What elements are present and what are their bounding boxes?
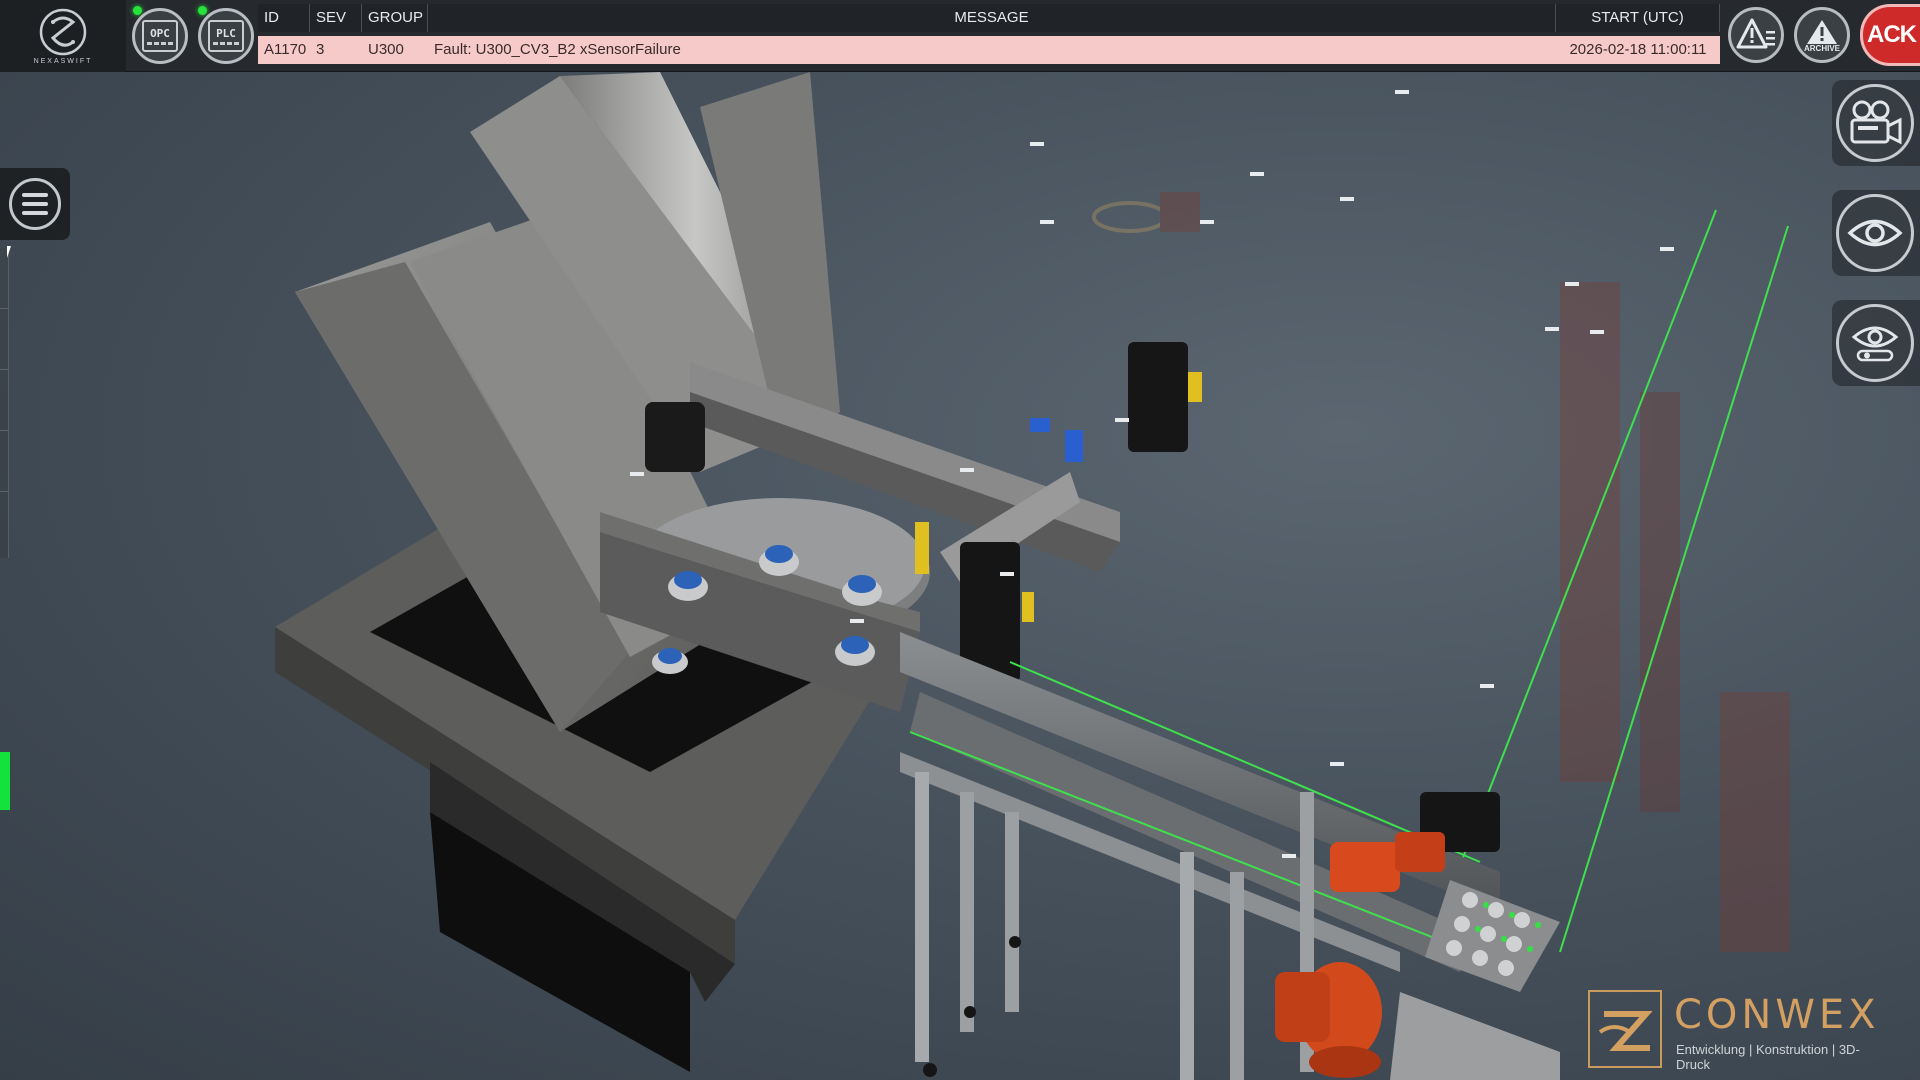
- column-header-start[interactable]: START (UTC): [1556, 4, 1720, 32]
- ack-button[interactable]: ACK: [1860, 4, 1920, 66]
- column-header-sev[interactable]: SEV: [310, 4, 362, 32]
- plc-icon: PLC: [208, 20, 244, 52]
- top-bar: NEXASWIFT OPC PLC ID SEV GROUP MESSAGE S…: [0, 0, 1920, 72]
- alarm-severity: 3: [316, 41, 325, 58]
- plc-button[interactable]: PLC: [198, 8, 254, 64]
- menu-tab[interactable]: [0, 168, 70, 240]
- conwex-logo-icon: [1588, 990, 1662, 1068]
- archive-button[interactable]: ARCHIVE: [1794, 7, 1850, 63]
- eye-icon: [1847, 219, 1903, 247]
- opc-icon: OPC: [142, 20, 178, 52]
- alarm-id: A1170: [264, 41, 307, 58]
- camera-view-button[interactable]: [1832, 80, 1920, 166]
- 3d-scene-viewport[interactable]: [0, 72, 1920, 1080]
- alarm-list-button[interactable]: [1728, 7, 1784, 63]
- column-header-group[interactable]: GROUP: [362, 4, 428, 32]
- alarm-table-header: ID SEV GROUP MESSAGE START (UTC): [258, 4, 1720, 32]
- app-logo: NEXASWIFT: [0, 0, 126, 72]
- plc-status-led: [198, 6, 207, 15]
- status-indicator-bar: [0, 752, 10, 810]
- alarm-start-time: 2026-02-18 11:00:11: [1569, 41, 1707, 58]
- opc-label: OPC: [150, 27, 170, 40]
- archive-icon: [1807, 19, 1837, 44]
- left-side-rail[interactable]: [0, 248, 9, 558]
- opc-button[interactable]: OPC: [132, 8, 188, 64]
- table-row[interactable]: A1170 3 U300 Fault: U300_CV3_B2 xSensorF…: [258, 36, 1720, 64]
- mouse-cursor-icon: [7, 246, 15, 258]
- plc-label: PLC: [216, 27, 236, 40]
- column-header-id[interactable]: ID: [258, 4, 310, 32]
- brand-name: CONWEX: [1674, 992, 1880, 1038]
- opc-status-led: [133, 6, 142, 15]
- column-header-message[interactable]: MESSAGE: [428, 4, 1556, 32]
- camera-icon: [1850, 100, 1902, 145]
- brand-tagline: Entwicklung | Konstruktion | 3D-Druck: [1676, 1042, 1860, 1072]
- alarm-table: ID SEV GROUP MESSAGE START (UTC) A1170 3…: [258, 4, 1720, 64]
- ack-label: ACK: [1867, 21, 1917, 48]
- eye-settings-button[interactable]: [1832, 300, 1920, 386]
- eye-settings-icon: [1851, 326, 1899, 362]
- hamburger-menu-icon[interactable]: [9, 178, 61, 230]
- conwex-brand: CONWEX Entwicklung | Konstruktion | 3D-D…: [1588, 988, 1888, 1072]
- alarm-message: Fault: U300_CV3_B2 xSensorFailure: [434, 41, 681, 58]
- alarm-group: U300: [368, 41, 404, 58]
- archive-label: ARCHIVE: [1803, 43, 1840, 53]
- eye-view-button[interactable]: [1832, 190, 1920, 276]
- alarm-list-icon: [1736, 18, 1775, 49]
- logo-text: NEXASWIFT: [33, 57, 93, 65]
- nexaswift-logo-icon: [39, 8, 87, 55]
